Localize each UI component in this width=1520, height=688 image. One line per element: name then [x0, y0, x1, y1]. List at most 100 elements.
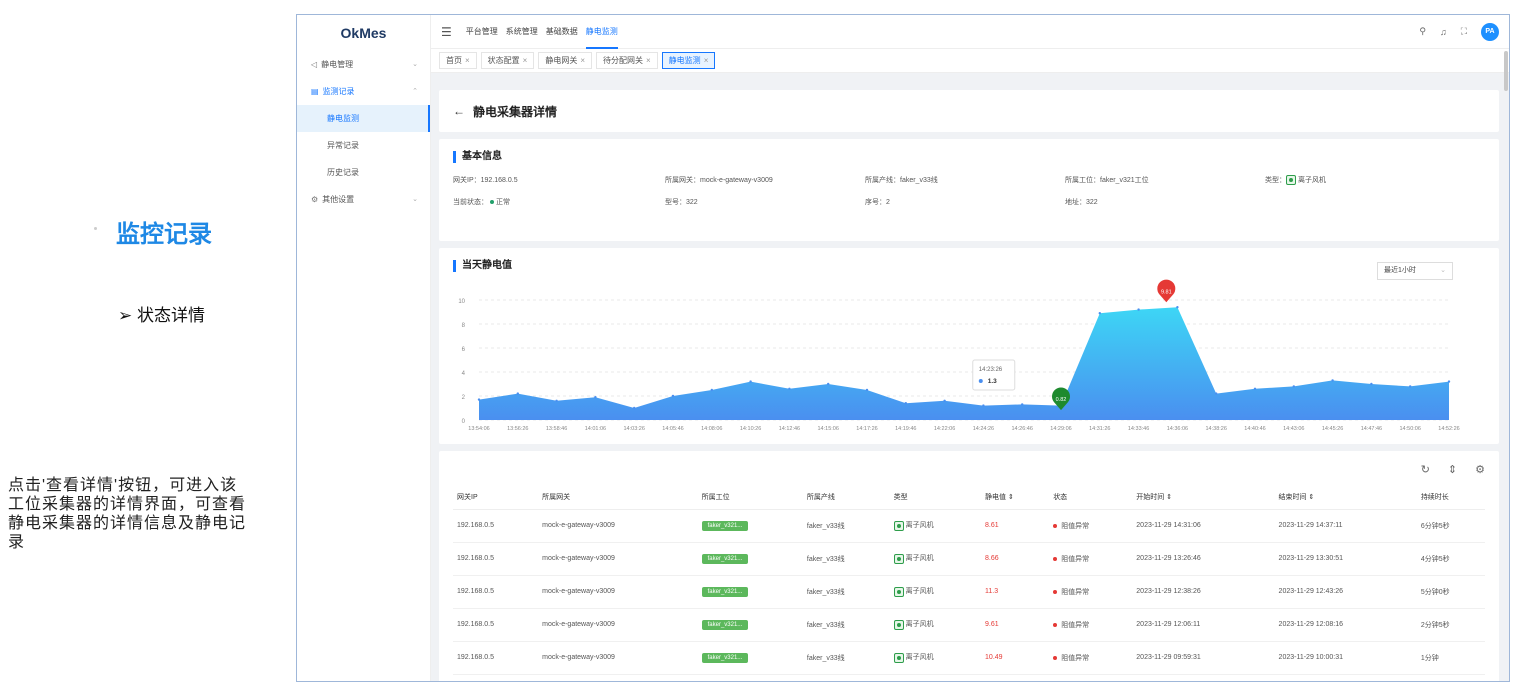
chevron-down-icon: ⌄	[412, 196, 418, 203]
table-cell: 阻值异常	[1049, 542, 1133, 576]
sidebar-item-static-monitor[interactable]: 静电监测	[297, 105, 430, 132]
fullscreen-icon[interactable]: ⛶	[1461, 26, 1467, 37]
tab-label: 静电网关	[545, 56, 578, 65]
close-icon[interactable]: ×	[465, 56, 470, 65]
x-tick-label: 14:29:06	[1050, 426, 1071, 432]
y-tick-label: 10	[458, 299, 465, 305]
detail-header: ← 静电采集器详情	[439, 90, 1499, 132]
close-icon[interactable]: ×	[523, 56, 528, 65]
data-point	[633, 406, 636, 410]
close-icon[interactable]: ×	[646, 56, 651, 65]
table-row[interactable]: 192.168.0.5 mock-e-gateway-v3009 faker_v32…	[453, 641, 1485, 675]
sidebar-item-label: 监测记录	[322, 87, 355, 96]
table-cell: 2023-11-29 13:26:46	[1132, 542, 1275, 576]
data-point	[1215, 392, 1218, 395]
cell-text: 2023-11-29 14:31:06	[1136, 522, 1201, 529]
cell-text: mock-e-gateway-v3009	[542, 654, 615, 661]
cell-text: faker_v33线	[806, 654, 845, 662]
tab-home[interactable]: 首页 ×	[439, 52, 477, 69]
station-name: 所属工位：faker_v321工位	[1065, 177, 1149, 184]
table-cell: 阻值异常	[1049, 641, 1133, 675]
tooltip-time: 14:23:26	[979, 367, 1003, 373]
sidebar-item-history-records[interactable]: 历史记录	[297, 159, 430, 186]
y-tick-label: 2	[462, 395, 466, 401]
sidebar-item-other-settings[interactable]: ⚙ 其他设置 ⌄	[297, 186, 430, 213]
tab-pending-gateway[interactable]: 待分配网关 ×	[596, 52, 658, 69]
column-height-icon[interactable]: ⇕	[1448, 463, 1457, 476]
refresh-icon[interactable]: ↻	[1421, 463, 1430, 476]
cell-text: 阻值异常	[1061, 522, 1090, 530]
table-cell: 192.168.0.5	[453, 575, 539, 609]
x-tick-label: 14:38:26	[1205, 426, 1226, 432]
nav-system[interactable]: 系统管理	[506, 15, 538, 49]
table-cell: faker_v321...	[697, 575, 803, 609]
table-row[interactable]: 192.168.0.5 mock-e-gateway-v3009 faker_v32…	[453, 542, 1485, 576]
annotation-title: 监控记录	[116, 221, 212, 248]
x-tick-label: 13:56:26	[507, 426, 528, 432]
chart-card: 当天静电值 最近1小时 ⌄ 0 2 4 6 8 10 13:54:06 13:56:26 13:5…	[439, 248, 1499, 444]
close-icon[interactable]: ×	[704, 56, 709, 65]
scrollbar[interactable]	[1504, 51, 1508, 91]
sidebar-item-static-management[interactable]: ◁ 静电管理 ⌄	[297, 51, 430, 78]
serial: 序号：2	[865, 199, 890, 207]
table-cell: 2023-11-29 12:38:26	[1132, 575, 1275, 609]
data-point	[1447, 380, 1451, 383]
nav-basic-data[interactable]: 基础数据	[546, 15, 578, 49]
fan-icon	[893, 652, 904, 663]
column-header[interactable]: 开始时间 ⇕	[1132, 485, 1275, 510]
cell-text: 192.168.0.5	[457, 621, 494, 628]
column-header[interactable]: 静电值 ⇕	[981, 485, 1050, 510]
data-point	[1021, 403, 1024, 406]
x-tick-label: 14:33:46	[1128, 426, 1149, 432]
table-header-row: 网关IP 所属网关 所属工位 所属产线 类型 静电值 ⇕ 状态 开始时间 ⇕ 结束时间 ⇕ 持续时…	[453, 485, 1485, 510]
cell-text: faker_v33线	[806, 555, 845, 563]
bell-icon[interactable]: ♫	[1440, 27, 1447, 37]
close-icon[interactable]: ×	[580, 56, 585, 65]
cell-text: faker_v33线	[806, 621, 845, 629]
annotation-description: 点击'查看详情'按钮，可进入该工位采集器的详情界面，可查看静电采集器的详情信息及…	[8, 477, 247, 551]
cell-text: 2023-11-29 14:37:11	[1278, 522, 1343, 529]
nav-platform[interactable]: 平台管理	[466, 15, 498, 49]
status-label: 当前状态：	[453, 199, 488, 207]
avatar[interactable]: PA	[1481, 22, 1499, 41]
back-arrow-icon[interactable]: ←	[453, 104, 465, 118]
tab-static-monitor[interactable]: 静电监测 ×	[661, 52, 716, 69]
y-tick-label: 4	[462, 371, 466, 377]
data-point	[827, 382, 830, 386]
cell-text: 离子风机	[905, 522, 934, 530]
data-point	[710, 388, 713, 392]
records-icon: ▤	[311, 87, 319, 96]
x-tick-label: 14:40:46	[1244, 426, 1265, 432]
table-row[interactable]: 192.168.0.5 mock-e-gateway-v3009 faker_v32…	[453, 608, 1485, 642]
table-row[interactable]: 192.168.0.5 mock-e-gateway-v3009 faker_v32…	[453, 575, 1485, 609]
main-content: ☰ 平台管理 系统管理 基础数据 静电监测 ⚲ ♫ ⛶ PA 首页 × 状态配置 ×…	[431, 15, 1509, 681]
settings-icon[interactable]: ⚙	[1475, 463, 1485, 476]
app-logo[interactable]: OkMes	[297, 15, 430, 51]
table-cell: mock-e-gateway-v3009	[538, 509, 698, 543]
cell-text: 2023-11-29 12:06:11	[1136, 621, 1201, 628]
nav-static-monitor[interactable]: 静电监测	[585, 15, 618, 49]
search-icon[interactable]: ⚲	[1419, 26, 1426, 37]
column-header[interactable]: 结束时间 ⇕	[1274, 485, 1417, 510]
data-point	[516, 392, 519, 395]
menu-toggle-icon[interactable]: ☰	[441, 25, 452, 39]
table-row[interactable]: 192.168.0.5 mock-e-gateway-v3009 faker_v32…	[453, 509, 1485, 543]
table-cell: 192.168.0.5	[453, 509, 539, 543]
x-tick-label: 13:58:46	[546, 426, 567, 432]
table-cell: 2023-11-29 12:43:26	[1274, 575, 1417, 609]
cell-text: 阻值异常	[1061, 654, 1090, 662]
fan-icon	[893, 619, 904, 630]
tab-bar: 首页 × 状态配置 × 静电网关 × 待分配网关 × 静电监测 ×	[431, 49, 1509, 73]
table-cell: 2分钟5秒	[1416, 608, 1485, 642]
sidebar-item-abnormal-records[interactable]: 异常记录	[297, 132, 430, 159]
sidebar-item-monitor-records[interactable]: ▤ 监测记录 ⌃	[297, 78, 430, 105]
static-value: 10.49	[985, 654, 1003, 661]
tooltip-dot	[978, 379, 983, 383]
tab-static-gateway[interactable]: 静电网关 ×	[538, 52, 593, 69]
tooltip-value: 1.3	[988, 378, 997, 385]
tab-status-config[interactable]: 状态配置 ×	[480, 52, 535, 69]
column-header: 类型	[889, 485, 982, 510]
table-cell: faker_v33线	[802, 509, 890, 543]
station-tag: faker_v321...	[701, 619, 749, 630]
table-cell: 2023-11-29 10:00:31	[1274, 641, 1417, 675]
